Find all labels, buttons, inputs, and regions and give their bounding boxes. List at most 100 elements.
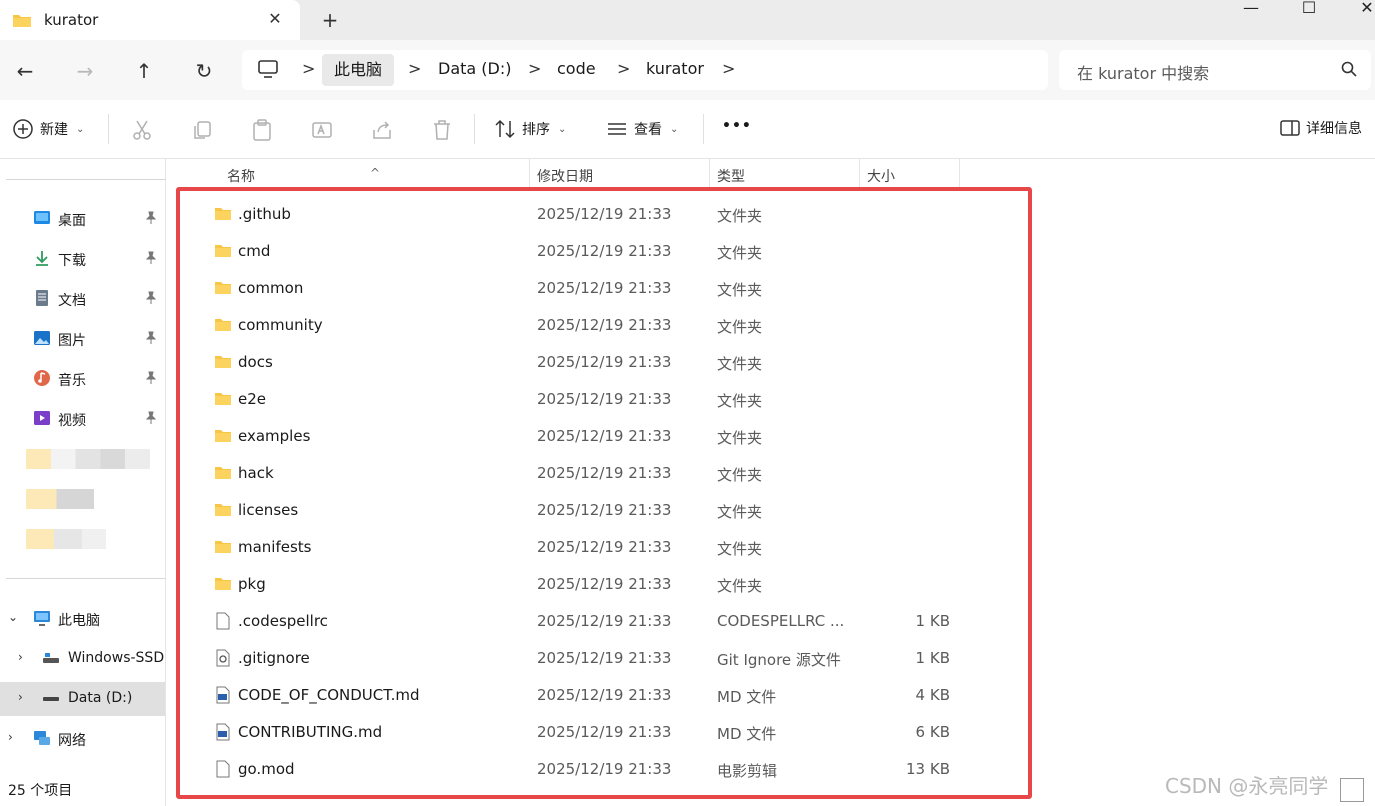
pin-icon[interactable] <box>144 331 158 345</box>
back-button[interactable]: ← <box>10 56 40 86</box>
column-name[interactable]: 名称 <box>227 166 255 186</box>
file-row[interactable]: .codespellrc 2025/12/19 21:33 CODESPELLRC … <box>166 603 956 640</box>
file-name: manifests <box>238 538 312 556</box>
column-size[interactable]: 大小 <box>867 166 895 186</box>
search-box[interactable]: 在 kurator 中搜索 <box>1059 50 1371 90</box>
sort-label: 排序 <box>522 122 550 138</box>
sidebar-item-desktop[interactable]: 桌面 <box>0 202 165 236</box>
file-row[interactable]: e2e 2025/12/19 21:33 文件夹 <box>166 381 956 418</box>
minimize-button[interactable]: — <box>1228 0 1274 22</box>
chevron-down-icon[interactable]: ⌄ <box>8 610 18 624</box>
tab-kurator[interactable]: kurator ✕ <box>0 0 300 40</box>
sidebar-item-label: 此电脑 <box>58 613 100 629</box>
file-name: CODE_OF_CONDUCT.md <box>238 686 420 704</box>
document-icon <box>36 290 48 306</box>
delete-icon[interactable] <box>430 118 454 142</box>
sidebar-item-documents[interactable]: 文档 <box>0 282 165 316</box>
file-row[interactable]: licenses 2025/12/19 21:33 文件夹 <box>166 492 956 529</box>
view-toggle-icon[interactable] <box>1340 778 1364 802</box>
file-row[interactable]: go.mod 2025/12/19 21:33 电影剪辑 13 KB <box>166 751 956 788</box>
file-type: CODESPELLRC ... <box>717 612 845 630</box>
folder-icon <box>214 279 232 297</box>
file-row[interactable]: common 2025/12/19 21:33 文件夹 <box>166 270 956 307</box>
chevron-right-icon[interactable]: › <box>8 730 13 744</box>
file-modified-date: 2025/12/19 21:33 <box>537 279 672 297</box>
breadcrumb-separator: > <box>408 59 422 78</box>
file-row[interactable]: examples 2025/12/19 21:33 文件夹 <box>166 418 956 455</box>
file-modified-date: 2025/12/19 21:33 <box>537 242 672 260</box>
chevron-right-icon[interactable]: › <box>18 690 23 704</box>
file-name: go.mod <box>238 760 295 778</box>
column-type[interactable]: 类型 <box>717 166 745 186</box>
file-row[interactable]: docs 2025/12/19 21:33 文件夹 <box>166 344 956 381</box>
file-row[interactable]: manifests 2025/12/19 21:33 文件夹 <box>166 529 956 566</box>
sort-button[interactable]: 排序 ⌄ <box>494 118 566 140</box>
new-button[interactable]: 新建 ⌄ <box>12 118 84 140</box>
view-label: 查看 <box>634 122 662 138</box>
copy-icon[interactable] <box>190 118 214 142</box>
address-bar[interactable]: > 此电脑 > Data (D:) > code > kurator > <box>242 50 1048 90</box>
file-row[interactable]: CODE_OF_CONDUCT.md 2025/12/19 21:33 MD 文件 4… <box>166 677 956 714</box>
file-name: .github <box>238 205 291 223</box>
breadcrumb-data-d[interactable]: Data (D:) <box>438 59 511 78</box>
column-divider[interactable] <box>959 159 960 189</box>
file-row[interactable]: cmd 2025/12/19 21:33 文件夹 <box>166 233 956 270</box>
sidebar-item-downloads[interactable]: 下载 <box>0 242 165 276</box>
breadcrumb-kurator[interactable]: kurator <box>646 59 704 78</box>
file-modified-date: 2025/12/19 21:33 <box>537 649 672 667</box>
close-tab-icon[interactable]: ✕ <box>264 8 286 30</box>
divider <box>6 578 166 579</box>
column-divider[interactable] <box>709 159 710 189</box>
sidebar-item-videos[interactable]: 视频 <box>0 402 165 436</box>
pin-icon[interactable] <box>144 251 158 265</box>
file-row[interactable]: community 2025/12/19 21:33 文件夹 <box>166 307 956 344</box>
pin-icon[interactable] <box>144 371 158 385</box>
file-row[interactable]: pkg 2025/12/19 21:33 文件夹 <box>166 566 956 603</box>
column-divider[interactable] <box>529 159 530 189</box>
close-window-button[interactable]: ✕ <box>1344 0 1375 22</box>
forward-button[interactable]: → <box>70 56 100 86</box>
details-pane-button[interactable]: 详细信息 <box>1280 118 1362 138</box>
details-label: 详细信息 <box>1306 121 1362 137</box>
title-bar: kurator ✕ + — ☐ ✕ <box>0 0 1375 40</box>
cut-icon[interactable] <box>130 118 154 142</box>
file-row[interactable]: .gitignore 2025/12/19 21:33 Git Ignore 源文件… <box>166 640 956 677</box>
sidebar-item-music[interactable]: 音乐 <box>0 362 165 396</box>
pin-icon[interactable] <box>144 291 158 305</box>
column-date[interactable]: 修改日期 <box>537 166 593 186</box>
pin-icon[interactable] <box>144 211 158 225</box>
breadcrumb-this-pc[interactable]: 此电脑 <box>322 54 395 86</box>
chevron-right-icon[interactable]: › <box>18 650 23 664</box>
new-label: 新建 <box>40 122 68 138</box>
breadcrumb-code[interactable]: code <box>557 59 596 78</box>
tree-item-data-d[interactable]: › Data (D:) <box>0 682 165 716</box>
file-row[interactable]: CONTRIBUTING.md 2025/12/19 21:33 MD 文件 6 KB <box>166 714 956 751</box>
tree-item-this-pc[interactable]: ⌄ 此电脑 <box>0 602 165 636</box>
pin-icon[interactable] <box>144 411 158 425</box>
share-icon[interactable] <box>370 118 394 142</box>
file-row[interactable]: hack 2025/12/19 21:33 文件夹 <box>166 455 956 492</box>
new-tab-button[interactable]: + <box>318 8 342 32</box>
file-type: 文件夹 <box>717 244 763 262</box>
up-button[interactable]: ↑ <box>129 56 159 86</box>
more-icon: ••• <box>722 118 752 134</box>
column-divider[interactable] <box>859 159 860 189</box>
file-row[interactable]: .github 2025/12/19 21:33 文件夹 <box>166 196 956 233</box>
refresh-button[interactable]: ↻ <box>189 56 219 86</box>
tree-item-network[interactable]: › 网络 <box>0 722 165 756</box>
more-button[interactable]: ••• <box>722 118 752 134</box>
file-modified-date: 2025/12/19 21:33 <box>537 501 672 519</box>
maximize-button[interactable]: ☐ <box>1286 0 1332 22</box>
file-modified-date: 2025/12/19 21:33 <box>537 353 672 371</box>
search-icon[interactable] <box>1341 61 1357 77</box>
file-type: 文件夹 <box>717 577 763 595</box>
rename-icon[interactable] <box>310 118 334 142</box>
redacted-item <box>26 449 150 469</box>
tree-item-windows-ssd[interactable]: › Windows-SSD <box>0 642 165 676</box>
sidebar-item-pictures[interactable]: 图片 <box>0 322 165 356</box>
view-button[interactable]: 查看 ⌄ <box>606 118 678 140</box>
sidebar-item-label: 文档 <box>58 293 86 309</box>
folder-icon <box>214 242 232 260</box>
paste-icon[interactable] <box>250 118 274 142</box>
folder-icon <box>214 464 232 482</box>
